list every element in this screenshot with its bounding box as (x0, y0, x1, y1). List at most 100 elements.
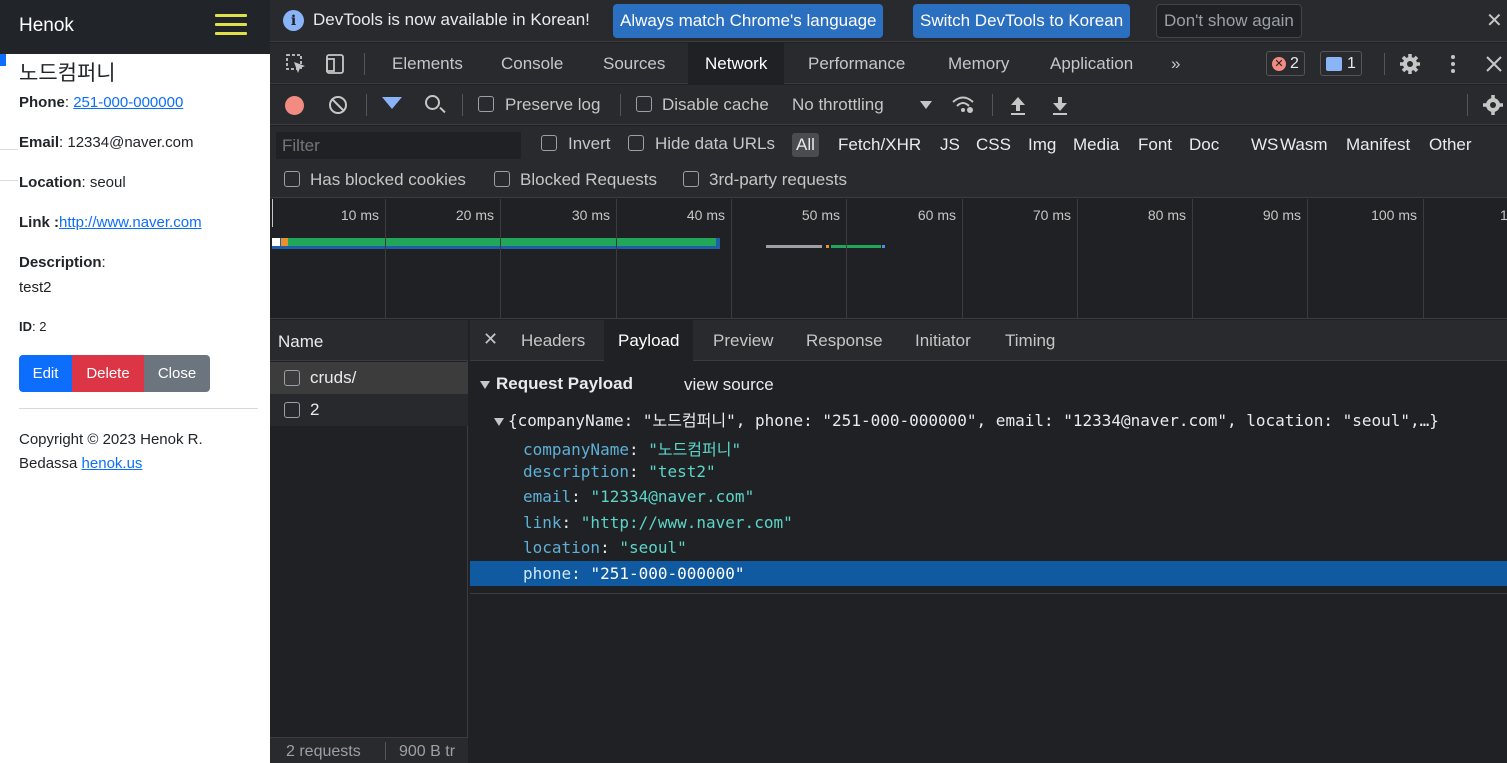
inspect-element-icon[interactable] (285, 53, 307, 75)
tab-elements[interactable]: Elements (375, 43, 480, 84)
expand-triangle-icon (480, 380, 490, 389)
has-blocked-cookies-checkbox[interactable] (284, 171, 300, 187)
record-icon[interactable] (285, 96, 304, 115)
preserve-log-checkbox[interactable] (478, 96, 494, 112)
request-row-2[interactable]: 2 (270, 394, 468, 426)
preserve-log-label: Preserve log (505, 95, 601, 114)
hide-data-urls-checkbox[interactable] (628, 135, 644, 151)
filter-type-img[interactable]: Img (1024, 133, 1060, 157)
edit-button[interactable]: Edit (19, 355, 72, 392)
clear-icon[interactable] (329, 96, 347, 114)
always-match-language-button[interactable]: Always match Chrome's language (613, 4, 884, 38)
filter-type-doc[interactable]: Doc (1185, 133, 1223, 157)
timeline-tick-label: 100 ms (1371, 207, 1417, 223)
request-2-waiting-segment (831, 245, 881, 248)
navbar-brand[interactable]: Henok (19, 15, 74, 37)
name-column-header[interactable]: Name (270, 320, 468, 361)
tab-console[interactable]: Console (484, 43, 580, 84)
blocked-requests-checkbox[interactable] (494, 171, 510, 187)
payload-field-description[interactable]: description: "test2" (470, 459, 1507, 484)
tab-payload[interactable]: Payload (604, 320, 694, 361)
toolbar-separator (992, 94, 993, 116)
export-har-icon[interactable] (1050, 94, 1070, 116)
navbar: Henok (0, 0, 270, 54)
filter-type-wasm[interactable]: Wasm (1276, 133, 1332, 157)
phone-link[interactable]: 251-000-000000 (73, 94, 183, 111)
tab-response[interactable]: Response (792, 320, 897, 361)
settings-gear-icon[interactable] (1399, 53, 1421, 75)
payload-field-companyName[interactable]: companyName: "노드컴퍼니" (470, 433, 1507, 459)
payload-field-location[interactable]: location: "seoul" (470, 535, 1507, 560)
status-separator (385, 742, 386, 760)
message-count: 1 (1347, 54, 1356, 72)
filter-funnel-icon[interactable] (382, 97, 402, 109)
scroll-indicator (0, 54, 6, 66)
close-detail-icon[interactable]: ✕ (483, 329, 498, 350)
filter-type-fetch-xhr[interactable]: Fetch/XHR (834, 133, 925, 157)
third-party-requests-checkbox[interactable] (683, 171, 699, 187)
filter-input[interactable] (276, 132, 521, 159)
network-timeline-overview[interactable]: 10 ms 20 ms 30 ms 40 ms 50 ms 60 ms 70 ms 80 ms… (270, 199, 1507, 319)
tab-performance[interactable]: Performance (791, 43, 922, 84)
tab-sources[interactable]: Sources (586, 43, 682, 84)
request-payload-section[interactable]: Request Payload (480, 374, 633, 394)
disable-cache-checkbox[interactable] (636, 96, 652, 112)
close-devtools-icon[interactable] (1483, 53, 1505, 75)
filter-type-font[interactable]: Font (1134, 133, 1176, 157)
error-count-badge[interactable]: ✕ 2 (1266, 51, 1305, 76)
website-link[interactable]: http://www.naver.com (59, 214, 202, 231)
error-icon: ✕ (1272, 56, 1286, 71)
divider (0, 149, 18, 150)
filter-type-media[interactable]: Media (1069, 133, 1123, 157)
more-options-icon[interactable] (1442, 53, 1464, 75)
location-label: Location (19, 174, 82, 191)
request-2-stalled-segment (766, 245, 822, 248)
invert-checkbox[interactable] (541, 135, 557, 151)
import-har-icon[interactable] (1008, 94, 1028, 116)
info-icon: i (283, 10, 304, 31)
footer-link[interactable]: henok.us (82, 455, 143, 472)
payload-field-email[interactable]: email: "12334@naver.com" (470, 484, 1507, 509)
request-name: 2 (310, 400, 320, 419)
filter-type-manifest[interactable]: Manifest (1342, 133, 1414, 157)
payload-object-summary[interactable]: {companyName: "노드컴퍼니", phone: "251-000-0… (494, 407, 1439, 431)
chevron-down-icon[interactable] (920, 101, 932, 109)
tab-application[interactable]: Application (1033, 43, 1150, 84)
tab-initiator[interactable]: Initiator (901, 320, 985, 361)
search-icon[interactable] (425, 95, 440, 110)
payload-key: companyName (523, 440, 629, 459)
filter-type-other[interactable]: Other (1425, 133, 1476, 157)
hamburger-menu-icon[interactable] (215, 14, 247, 38)
has-blocked-cookies-label: Has blocked cookies (310, 170, 466, 189)
throttling-select[interactable]: No throttling (792, 95, 884, 115)
close-button[interactable]: Close (144, 355, 210, 392)
blocked-requests-label: Blocked Requests (520, 170, 658, 189)
filter-type-js[interactable]: JS (936, 133, 964, 157)
network-conditions-icon[interactable] (951, 94, 975, 114)
location-value: seoul (89, 174, 126, 191)
timeline-tick-label: 60 ms (917, 207, 956, 223)
tab-memory[interactable]: Memory (931, 43, 1026, 84)
payload-field-link[interactable]: link: "http://www.naver.com" (470, 510, 1507, 535)
filter-type-css[interactable]: CSS (972, 133, 1015, 157)
company-name: 노드컴퍼니 (19, 61, 116, 85)
request-name: cruds/ (310, 368, 357, 387)
switch-to-korean-button[interactable]: Switch DevTools to Korean (913, 4, 1131, 38)
dont-show-again-button[interactable]: Don't show again (1156, 4, 1302, 38)
waiting-segment (288, 238, 716, 246)
request-row-cruds[interactable]: cruds/ (270, 362, 468, 394)
close-infobar-icon[interactable]: ✕ (1486, 8, 1503, 33)
delete-button[interactable]: Delete (72, 355, 144, 392)
network-settings-gear-icon[interactable] (1482, 94, 1504, 116)
tab-network[interactable]: Network (688, 43, 785, 84)
filter-type-all[interactable]: All (792, 133, 819, 157)
more-tabs-icon[interactable]: » (1154, 43, 1197, 84)
tab-preview[interactable]: Preview (699, 320, 787, 361)
view-source-link[interactable]: view source (684, 375, 774, 395)
message-count-badge[interactable]: 1 (1320, 51, 1362, 76)
payload-field-phone[interactable]: phone: "251-000-000000" (470, 560, 1507, 586)
device-toolbar-icon[interactable] (324, 53, 346, 75)
tab-timing[interactable]: Timing (991, 320, 1069, 361)
footer: Copyright © 2023 Henok R. Bedassa henok.… (19, 428, 249, 476)
tab-headers[interactable]: Headers (507, 320, 599, 361)
